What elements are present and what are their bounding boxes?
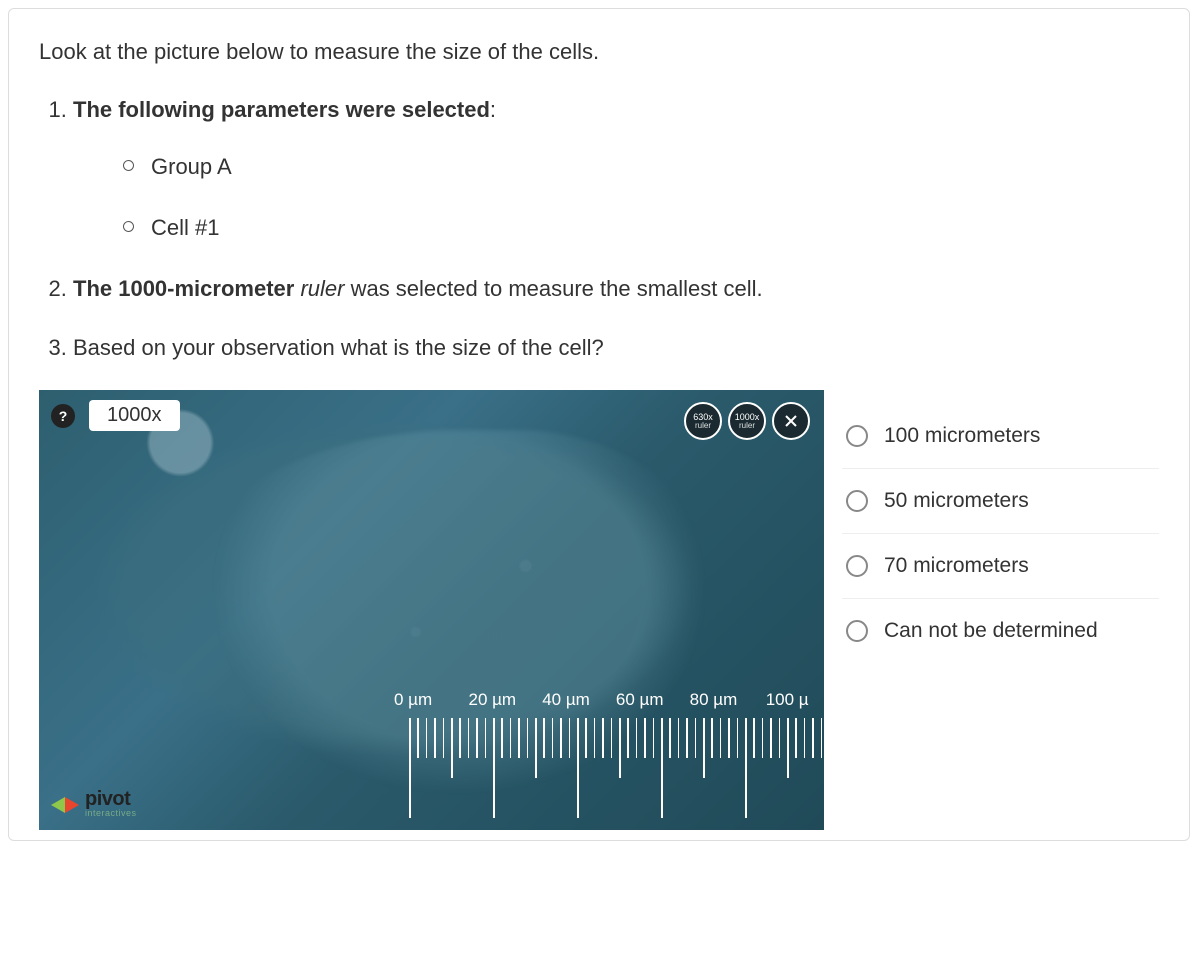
microscope-view: ? 1000x 630x ruler 1000x ruler (39, 390, 824, 830)
ruler-overlay[interactable]: 0 µm 20 µm 40 µm 60 µm 80 µm 100 µ (394, 690, 824, 830)
overlay-top-right: 630x ruler 1000x ruler (684, 402, 810, 440)
answer-option-100[interactable]: 100 micrometers (842, 390, 1159, 469)
step-1: The following parameters were selected: … (73, 93, 1159, 244)
answer-option-50[interactable]: 50 micrometers (842, 469, 1159, 534)
media-row: ? 1000x 630x ruler 1000x ruler (39, 390, 1159, 830)
ruler-630x-button[interactable]: 630x ruler (684, 402, 722, 440)
answer-option-70[interactable]: 70 micrometers (842, 534, 1159, 599)
step-1-bold: The following parameters were selected (73, 97, 490, 122)
pivot-mark-icon (51, 793, 79, 815)
intro-text: Look at the picture below to measure the… (39, 39, 1159, 65)
answer-option-undetermined[interactable]: Can not be determined (842, 599, 1159, 663)
sub-item-cell: Cell #1 (123, 211, 1159, 244)
answer-label: Can not be determined (884, 619, 1098, 643)
radio-icon (846, 490, 868, 512)
ruler-1000x-button[interactable]: 1000x ruler (728, 402, 766, 440)
step2-italic: ruler (300, 276, 344, 301)
overlay-top-left: ? 1000x (51, 400, 180, 431)
step2-bold: The 1000-micrometer (73, 276, 300, 301)
radio-icon (846, 425, 868, 447)
step-1-sublist: Group A Cell #1 (73, 150, 1159, 244)
answer-label: 70 micrometers (884, 554, 1029, 578)
answer-list: 100 micrometers 50 micrometers 70 microm… (824, 390, 1159, 830)
help-button[interactable]: ? (51, 404, 75, 428)
radio-icon (846, 620, 868, 642)
magnification-label: 1000x (89, 400, 180, 431)
steps-list: The following parameters were selected: … (39, 93, 1159, 364)
radio-icon (846, 555, 868, 577)
close-icon (784, 414, 798, 428)
step-3: Based on your observation what is the si… (73, 331, 1159, 364)
ruler-labels: 0 µm 20 µm 40 µm 60 µm 80 µm 100 µ (394, 690, 824, 710)
close-ruler-button[interactable] (772, 402, 810, 440)
sub-item-group: Group A (123, 150, 1159, 183)
answer-label: 100 micrometers (884, 424, 1040, 448)
pivot-logo: pivot interactives (51, 789, 137, 818)
question-card: Look at the picture below to measure the… (8, 8, 1190, 841)
step-2: The 1000-micrometer ruler was selected t… (73, 272, 1159, 305)
step2-rest: was selected to measure the smallest cel… (344, 276, 762, 301)
answer-label: 50 micrometers (884, 489, 1029, 513)
ruler-ticks (409, 718, 824, 828)
